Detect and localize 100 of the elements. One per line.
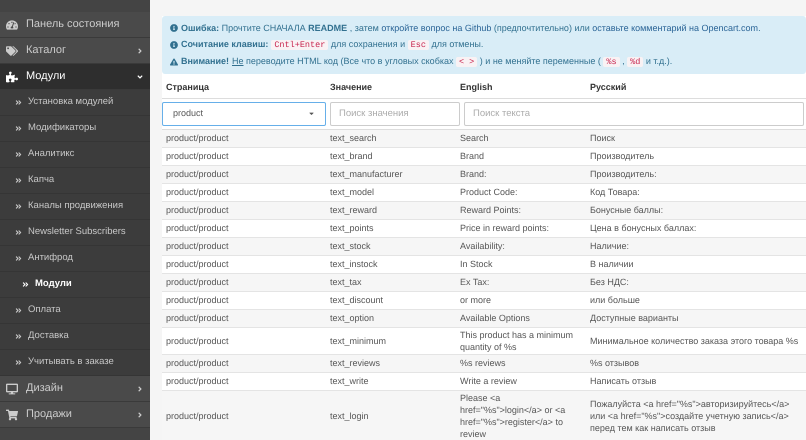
- text-search-field[interactable]: Поиск текста: [464, 102, 804, 126]
- key-search-field[interactable]: Поиск значения: [330, 102, 460, 126]
- table-cell-text: text_reward: [329, 204, 378, 216]
- link[interactable]: оставьте комментарий на Opencart.com: [592, 23, 758, 33]
- table-cell-text: Write a review: [459, 375, 518, 387]
- table-cell-text: Brand:: [459, 168, 488, 180]
- double-chevron-icon: [15, 359, 22, 366]
- table-cell-text: product/product: [165, 150, 230, 162]
- table-cell-text: product/product: [165, 258, 230, 270]
- table-cell-text: text_discount: [329, 294, 384, 306]
- table-cell-text: Search: [459, 132, 490, 144]
- table-cell-text: This product has a minimum quantity of %s: [459, 328, 574, 352]
- table-cell-text: text_points: [329, 222, 375, 234]
- table-cell-text: product/product: [165, 204, 230, 216]
- submenu-item[interactable]: Оплата: [0, 298, 150, 324]
- double-chevron-icon: [15, 125, 22, 132]
- table-cell-text: text_search: [329, 132, 378, 144]
- double-chevron-icon: [15, 203, 22, 210]
- double-chevron-icon: [15, 99, 22, 106]
- table-cell-text: Производитель:: [589, 168, 658, 180]
- submenu-item[interactable]: Установка модулей: [0, 90, 150, 116]
- table-cell-text: product/product: [165, 186, 230, 198]
- double-chevron-icon: [15, 333, 22, 340]
- code-snippet: %d: [627, 57, 644, 67]
- menu-item[interactable]: Панель состояния: [0, 12, 150, 38]
- table-cell-text: text_brand: [329, 150, 374, 162]
- table-cell-text: text_stock: [329, 240, 372, 252]
- table-cell-text: Производитель: [589, 150, 656, 162]
- column-header: Русский: [589, 81, 628, 94]
- table-cell-text: In Stock: [459, 258, 494, 270]
- table-cell-text: Минимальное количество заказа этого товара %s: [589, 334, 800, 346]
- code-snippet: %s: [603, 57, 620, 67]
- warning-icon: [170, 58, 178, 66]
- double-chevron-icon: [15, 151, 22, 158]
- menu-item[interactable]: Дизайн: [0, 376, 150, 402]
- table-cell-text: product/product: [165, 276, 230, 288]
- table-cell-text: or more: [459, 294, 492, 306]
- table-cell-text: Без НДС:: [589, 276, 630, 288]
- double-chevron-icon: [15, 307, 22, 314]
- table-cell-text: Бонусные баллы:: [589, 204, 664, 216]
- caret-icon: [308, 110, 315, 117]
- table-cell-text: Поиск: [589, 132, 616, 144]
- table-cell-text: %s отзывов: [589, 357, 640, 369]
- link[interactable]: откройте вопрос на Github: [381, 23, 492, 33]
- table-cell-text: Доступные варианты: [589, 312, 680, 324]
- submenu-item[interactable]: Доставка: [0, 324, 150, 350]
- submenu-item[interactable]: Аналитикс: [0, 142, 150, 168]
- table-cell-text: text_login: [329, 410, 370, 422]
- menu-item[interactable]: Продажи: [0, 402, 150, 428]
- table-cell-text: product/product: [165, 222, 230, 234]
- submenu-item[interactable]: Каналы продвижения: [0, 194, 150, 220]
- double-chevron-icon: [15, 229, 22, 236]
- table-cell-text: Brand: [459, 150, 486, 162]
- table-cell-text: Reward Points:: [459, 204, 522, 216]
- table-cell-text: product/product: [165, 357, 230, 369]
- info-icon: [170, 40, 178, 48]
- table-cell-text: Написать отзыв: [589, 375, 658, 387]
- table-cell-text: Available Options: [459, 312, 531, 324]
- table-cell-text: product/product: [165, 132, 230, 144]
- puzzle-icon: [6, 70, 18, 82]
- alert-text: Сочитание клавиш: Cntl+Enter для сохранения и Esc для отмены.: [181, 38, 484, 52]
- submenu-item[interactable]: Модификаторы: [0, 116, 150, 142]
- table-cell-text: Ex Tax:: [459, 276, 490, 288]
- submenu-item[interactable]: Модули: [0, 272, 150, 298]
- table-cell-text: Цена в бонусных баллах:: [589, 222, 698, 234]
- table-cell-text: product/product: [165, 168, 230, 180]
- tags-icon: [6, 44, 18, 56]
- table-cell-text: product/product: [165, 312, 230, 324]
- table-cell-text: text_reviews: [329, 357, 382, 369]
- page-select[interactable]: product: [162, 102, 326, 126]
- table-cell-text: product/product: [165, 240, 230, 252]
- gauge-icon: [6, 18, 18, 30]
- column-header: English: [459, 81, 494, 94]
- double-chevron-icon: [15, 177, 22, 184]
- submenu-item[interactable]: Учитывать в заказе: [0, 350, 150, 376]
- double-chevron-icon: [15, 255, 22, 262]
- table-cell-text: %s reviews: [459, 357, 507, 369]
- menu-item[interactable]: Модули: [0, 64, 150, 90]
- column-header: Значение: [329, 81, 374, 94]
- table-cell-text: product/product: [165, 410, 230, 422]
- table-cell-text: text_instock: [329, 258, 379, 270]
- table-cell-text: text_manufacturer: [329, 168, 404, 180]
- info-icon: [170, 24, 178, 32]
- table-cell-text: product/product: [165, 334, 230, 346]
- alert-text: Внимание! Не переводите HTML код (Все что в угловых скобках < > ) и не меняйте переменные ( %s , %d и т.д.).: [181, 55, 672, 69]
- menu-item[interactable]: Каталог: [0, 38, 150, 64]
- code-snippet: Cntl+Enter: [271, 40, 328, 50]
- submenu-item[interactable]: Антифрод: [0, 246, 150, 272]
- table-cell-text: text_write: [329, 375, 370, 387]
- table-cell-text: Код Товара:: [589, 186, 641, 198]
- code-snippet: Esc: [408, 40, 429, 50]
- cart-icon: [6, 408, 18, 420]
- table-cell-text: В наличии: [589, 258, 635, 270]
- submenu-item[interactable]: Newsletter Subscribers: [0, 220, 150, 246]
- table-cell-text: или больше: [589, 294, 641, 306]
- table-cell-text: Наличие:: [589, 240, 630, 252]
- double-chevron-icon: [22, 281, 29, 288]
- table-cell-text: text_option: [329, 312, 376, 324]
- table-cell-text: text_model: [329, 186, 376, 198]
- submenu-item[interactable]: Капча: [0, 168, 150, 194]
